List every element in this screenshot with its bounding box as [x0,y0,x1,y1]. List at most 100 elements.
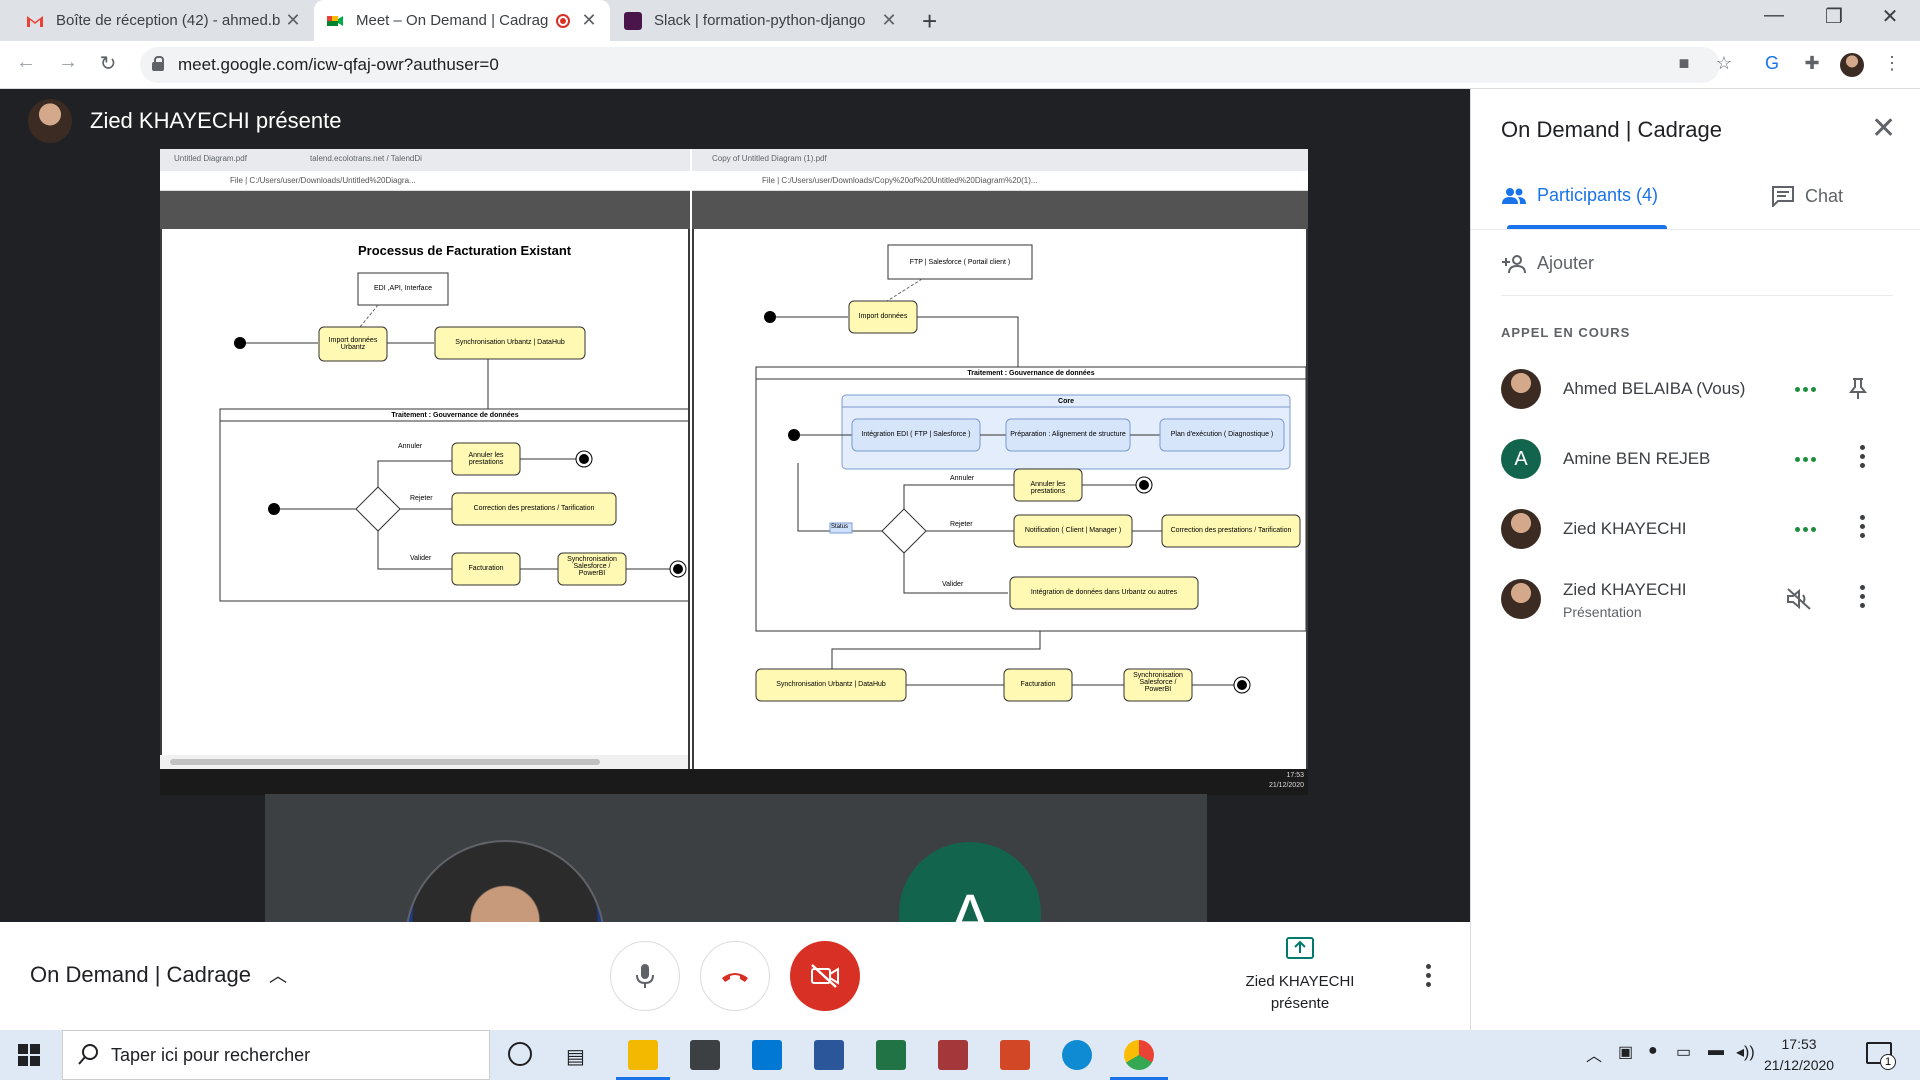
camera-toggle-button[interactable] [790,941,860,1011]
device-icon[interactable]: ▣ [1618,1042,1633,1062]
windows-start-icon[interactable] [18,1044,40,1071]
meeting-details-button[interactable]: On Demand | Cadrage ︿ [30,962,287,988]
new-tab-icon[interactable]: + [922,6,937,37]
volume-icon[interactable]: ◂)) [1736,1042,1755,1062]
shared-clock-time: 17:53 [1286,772,1304,779]
horizontal-scrollbar[interactable] [160,755,688,769]
access-icon[interactable] [938,1040,968,1070]
call-controls: On Demand | Cadrage ︿ Zied KHAYECHI prése… [0,922,1470,1030]
speaking-indicator-icon [1795,457,1819,462]
presentation-button[interactable]: Zied KHAYECHI présente [1220,936,1380,1015]
avatar: A [1501,439,1541,479]
tab-gmail[interactable]: Boîte de réception (42) - ahmed.b ✕ [14,0,314,41]
taskbar-clock[interactable]: 17:53 21/12/2020 [1764,1034,1834,1076]
camera-icon[interactable]: ■ [1672,53,1696,77]
forward-icon[interactable]: → [54,51,82,74]
pin-icon[interactable] [1847,377,1869,406]
diagram-node: Préparation : Alignement de structure [1010,431,1126,438]
address-bar[interactable]: meet.google.com/icw-qfaj-owr?authuser=0 [140,47,1720,83]
lock-icon [152,56,164,71]
shared-right-window: Copy of Untitled Diagram (1).pdf File | … [692,149,1308,769]
shared-tab-label: talend.ecolotrans.net / TalendDi [310,154,422,163]
side-panel: On Demand | Cadrage ✕ Participants (4) C… [1470,89,1920,1030]
diagram-left-svg [219,272,688,602]
people-icon [1502,187,1526,204]
powerpoint-icon[interactable] [1000,1040,1030,1070]
muted-speaker-icon [1785,587,1813,616]
mail-icon[interactable] [752,1040,782,1070]
diagram-node: Intégration EDI ( FTP | Salesforce ) [861,431,971,438]
more-options-icon[interactable] [1858,585,1866,612]
participant-row[interactable]: Zied KHAYECHI Présentation [1501,569,1901,629]
hangup-icon [722,973,748,982]
tab-chat-label: Chat [1805,185,1844,206]
tab-slack[interactable]: Slack | formation-python-django ✕ [612,0,910,41]
leave-call-button[interactable] [700,941,770,1011]
diagram-note: FTP | Salesforce ( Portail client ) [909,259,1011,266]
microphone-icon [636,964,654,988]
back-icon[interactable]: ← [12,51,40,74]
window-close-icon[interactable]: ✕ [1860,4,1920,29]
more-options-icon[interactable] [1424,964,1432,991]
chevron-up-icon[interactable]: ︿ [1586,1042,1602,1066]
diagram-guard: Annuler [950,475,975,482]
participant-row[interactable]: Zied KHAYECHI [1501,499,1901,559]
add-people-label: Ajouter [1537,253,1595,273]
present-label: présente [1270,995,1330,1012]
participant-row[interactable]: A Amine BEN REJEB [1501,429,1901,489]
close-tab-icon[interactable]: ✕ [284,10,302,31]
battery-icon[interactable]: ▬ [1708,1042,1724,1060]
edge-icon[interactable] [1062,1040,1092,1070]
task-view-icon[interactable]: ▤ [566,1044,585,1069]
close-panel-icon[interactable]: ✕ [1871,111,1896,146]
tab-meet[interactable]: Meet – On Demand | Cadrag ✕ [314,0,610,41]
participant-letter-tile: A [899,842,1041,922]
restore-icon[interactable]: ❐ [1804,4,1864,29]
microphone-tray-icon[interactable]: ● [1648,1042,1658,1060]
diagram-node: Correction des prestations / Tarificatio… [1170,527,1292,534]
add-people-button[interactable]: Ajouter [1501,253,1594,274]
extensions-icon[interactable]: ✚ [1800,53,1824,77]
shared-tab-label: Untitled Diagram.pdf [174,154,247,163]
file-explorer-icon[interactable] [628,1040,658,1070]
bookmark-star-icon[interactable]: ☆ [1712,53,1736,77]
diagram-note: EDI ,API, Interface [374,285,432,292]
reload-icon[interactable]: ↻ [94,51,122,76]
diagram-node: Synchronisation Urbantz | DataHub [455,339,565,346]
tab-participants-label: Participants (4) [1537,185,1659,205]
diagram-right: FTP | Salesforce ( Portail client ) Impo… [694,229,1306,769]
browser-tab-strip: Boîte de réception (42) - ahmed.b ✕ Meet… [0,0,1920,41]
diagram-node: Synchronisation Salesforce / PowerBI [1133,672,1183,693]
divider [1471,229,1920,230]
meeting-title: On Demand | Cadrage [30,962,251,987]
store-icon[interactable] [690,1040,720,1070]
notification-badge: 1 [1880,1054,1896,1070]
excel-icon[interactable] [876,1040,906,1070]
more-options-icon[interactable] [1858,515,1866,542]
presenter-avatar [28,99,72,143]
more-options-icon[interactable] [1858,445,1866,472]
present-label: Zied KHAYECHI [1245,973,1355,990]
diagram-node: Notification ( Client | Manager ) [1024,527,1122,534]
notification-center-icon[interactable]: 1 [1866,1042,1896,1070]
minimize-icon[interactable]: — [1744,4,1804,27]
tab-participants[interactable]: Participants (4) [1501,185,1658,206]
chrome-icon[interactable] [1124,1040,1154,1070]
taskbar-search-input[interactable]: Taper ici pour rechercher [62,1030,490,1080]
close-tab-icon[interactable]: ✕ [580,10,598,31]
profile-avatar[interactable] [1840,53,1864,77]
microphone-button[interactable] [610,941,680,1011]
close-tab-icon[interactable]: ✕ [880,10,898,31]
word-icon[interactable] [814,1040,844,1070]
diagram-guard: Valider [410,555,432,562]
cortana-icon[interactable] [508,1042,532,1066]
clock-date: 21/12/2020 [1764,1057,1835,1073]
presenter-label: Zied KHAYECHI présente [90,108,342,133]
tab-chat[interactable]: Chat [1771,185,1843,207]
diagram-left: Processus de Facturation Existant EDI ,A… [162,229,688,769]
translate-icon[interactable]: G [1760,53,1784,77]
browser-menu-icon[interactable]: ⋮ [1880,53,1904,77]
participant-row[interactable]: Ahmed BELAIBA (Vous) [1501,359,1901,419]
network-icon[interactable]: ▭ [1676,1042,1691,1062]
camera-off-icon [811,964,839,988]
